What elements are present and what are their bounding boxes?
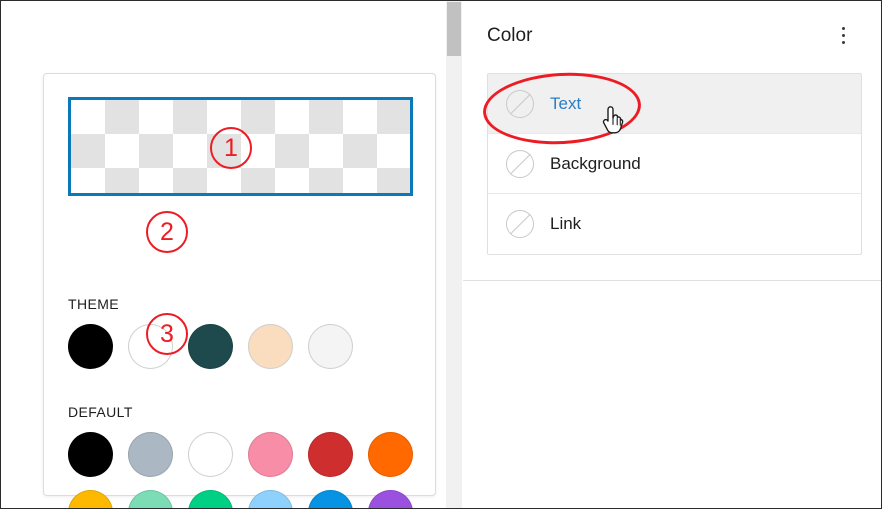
default-swatch-11[interactable] (368, 490, 413, 508)
color-option-label: Link (550, 214, 582, 233)
default-swatch-6[interactable] (68, 490, 113, 508)
kebab-dot (841, 33, 845, 37)
no-color-icon (506, 149, 534, 178)
vertical-scrollbar-thumb[interactable] (447, 2, 461, 56)
color-panel-header: Color (463, 1, 881, 73)
default-swatch-grid (68, 432, 428, 508)
page-title: Color (487, 25, 533, 46)
default-section-label: DEFAULT (68, 404, 133, 420)
default-swatch-5[interactable] (368, 432, 413, 477)
kebab-dot (841, 40, 845, 44)
theme-swatch-2[interactable] (188, 324, 233, 369)
default-swatch-7[interactable] (128, 490, 173, 508)
no-color-icon (506, 89, 534, 118)
color-option-row-text[interactable]: Text (488, 74, 861, 134)
screenshot-root: THEME DEFAULT 1 2 3 Color Text Background… (0, 0, 882, 509)
kebab-menu-icon[interactable] (827, 17, 859, 53)
theme-swatch-4[interactable] (308, 324, 353, 369)
default-swatch-1[interactable] (128, 432, 173, 477)
color-option-label: Background (550, 153, 641, 173)
theme-swatch-grid (68, 324, 428, 382)
default-swatch-8[interactable] (188, 490, 233, 508)
editor-left-pane: THEME DEFAULT 1 2 3 (1, 1, 445, 508)
section-divider (463, 280, 881, 281)
theme-section-label: THEME (68, 296, 119, 312)
color-options-list: Text Background Link (487, 73, 862, 255)
default-swatch-4[interactable] (308, 432, 353, 477)
default-swatch-9[interactable] (248, 490, 293, 508)
theme-swatch-1[interactable] (128, 324, 173, 369)
color-picker-popover: THEME DEFAULT (43, 73, 436, 508)
settings-sidebar: Color Text Background Link (463, 1, 881, 508)
kebab-dot (841, 26, 845, 30)
color-option-label: Text (550, 93, 582, 113)
color-option-row-link[interactable]: Link (488, 194, 861, 254)
default-swatch-3[interactable] (248, 432, 293, 477)
no-color-icon (506, 210, 534, 238)
vertical-scrollbar-track[interactable] (446, 1, 462, 508)
theme-swatch-3[interactable] (248, 324, 293, 369)
default-swatch-2[interactable] (188, 432, 233, 477)
default-swatch-10[interactable] (308, 490, 353, 508)
theme-swatch-0[interactable] (68, 324, 113, 369)
transparent-color-preview[interactable] (68, 97, 413, 196)
color-option-row-background[interactable]: Background (488, 134, 861, 194)
default-swatch-0[interactable] (68, 432, 113, 477)
